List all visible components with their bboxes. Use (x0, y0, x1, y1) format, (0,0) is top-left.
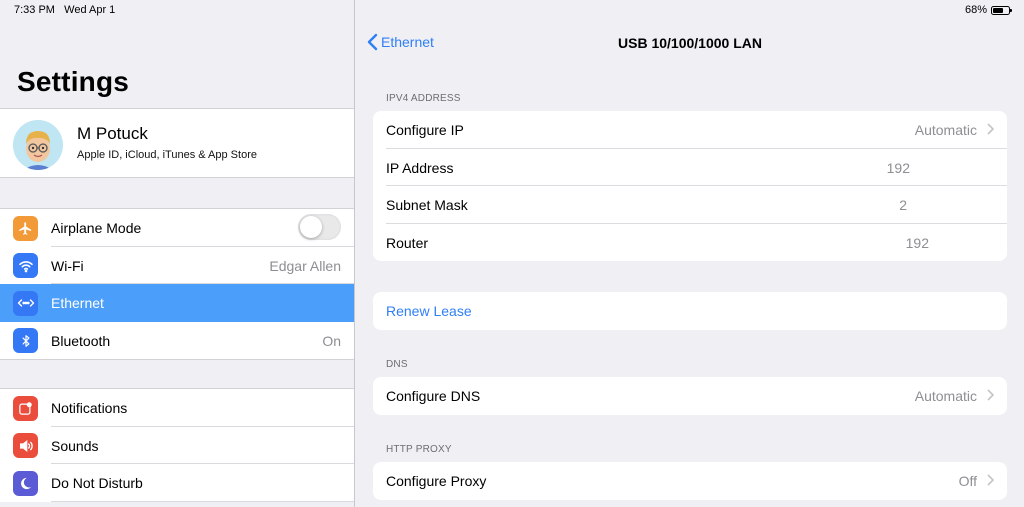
router-row: Router 192 (373, 224, 1007, 262)
sidebar-item-notifications[interactable]: Notifications (0, 389, 354, 427)
sidebar-item-sounds[interactable]: Sounds (0, 427, 354, 464)
profile-name: M Potuck (77, 124, 148, 143)
airplane-mode-toggle[interactable] (298, 214, 341, 240)
chevron-right-icon (987, 474, 994, 486)
sounds-icon (13, 433, 38, 458)
sidebar-item-do-not-disturb[interactable]: Do Not Disturb (0, 464, 354, 502)
sidebar-item-bluetooth[interactable]: Bluetooth On (0, 322, 354, 360)
configure-proxy-row[interactable]: Configure Proxy Off (373, 462, 1007, 500)
battery-icon (991, 5, 1012, 15)
section-header-dns: DNS (386, 359, 408, 370)
wifi-network-value: Edgar Allen (269, 257, 341, 274)
configure-ip-row[interactable]: Configure IP Automatic (373, 111, 1007, 149)
airplane-icon (13, 215, 38, 241)
ethernet-icon (13, 290, 38, 316)
apple-id-profile[interactable]: M Potuck Apple ID, iCloud, iTunes & App … (0, 108, 354, 178)
bluetooth-status-value: On (322, 332, 341, 349)
sidebar-item-label: Ethernet (51, 295, 104, 311)
status-time: 7:33 PM Wed Apr 1 (14, 4, 116, 16)
row-label: Configure Proxy (386, 473, 487, 489)
profile-subtitle: Apple ID, iCloud, iTunes & App Store (77, 149, 257, 161)
bluetooth-icon (13, 328, 38, 353)
sidebar-item-label: Airplane Mode (51, 220, 142, 236)
configure-dns-row[interactable]: Configure DNS Automatic (373, 377, 1007, 415)
sidebar-item-wifi[interactable]: Wi-Fi Edgar Allen (0, 247, 354, 284)
moon-icon (13, 470, 38, 496)
row-label: Configure IP (386, 122, 464, 138)
notifications-group: Notifications Sounds Do Not Disturb (0, 388, 354, 502)
page-title: Settings (17, 66, 130, 97)
configure-dns-value: Automatic (914, 388, 977, 404)
battery-percent: 68% (964, 4, 987, 16)
configure-proxy-value: Off (958, 473, 977, 489)
renew-lease-label: Renew Lease (386, 303, 472, 319)
chevron-right-icon (987, 123, 994, 135)
sidebar-item-label: Wi-Fi (51, 257, 84, 274)
battery-indicator: 68% (964, 4, 1012, 16)
proxy-card: Configure Proxy Off (373, 462, 1007, 500)
wifi-icon (13, 253, 38, 278)
renew-lease-button[interactable]: Renew Lease (373, 292, 1007, 330)
sidebar-item-label: Notifications (51, 400, 128, 416)
detail-title: USB 10/100/1000 LAN (618, 35, 762, 51)
sidebar-item-ethernet[interactable]: Ethernet (0, 284, 354, 322)
notifications-icon (13, 395, 38, 421)
subnet-mask-row: Subnet Mask 2 (373, 186, 1007, 224)
sidebar-item-airplane-mode[interactable]: Airplane Mode (0, 209, 354, 247)
row-label: Subnet Mask (386, 197, 468, 213)
subnet-mask-value: 2 (899, 197, 907, 213)
row-label: Configure DNS (386, 388, 481, 404)
dns-card: Configure DNS Automatic (373, 377, 1007, 415)
avatar (13, 120, 63, 170)
sidebar-item-label: Sounds (51, 437, 99, 454)
ip-address-value: 192 (886, 159, 910, 176)
section-header-http-proxy: HTTP PROXY (386, 444, 452, 455)
row-label: Router (386, 234, 429, 251)
sidebar-item-label: Bluetooth (51, 332, 111, 349)
router-value: 192 (905, 234, 929, 251)
ethernet-detail-pane: Ethernet USB 10/100/1000 LAN IPV4 ADDRES… (356, 0, 1024, 507)
connectivity-group: Airplane Mode Wi-Fi Edgar Allen Ethernet… (0, 208, 354, 360)
chevron-right-icon (987, 389, 994, 401)
sidebar-item-label: Do Not Disturb (51, 475, 143, 491)
status-bar: 7:33 PM Wed Apr 1 68% (0, 0, 1024, 20)
settings-sidebar: Settings M Potuck Apple ID, iCloud, iTun… (0, 0, 355, 507)
configure-ip-value: Automatic (914, 122, 977, 138)
ip-address-row: IP Address 192 (373, 149, 1007, 186)
renew-lease-card: Renew Lease (373, 292, 1007, 330)
section-header-ipv4: IPV4 ADDRESS (386, 93, 461, 104)
ipv4-card: Configure IP Automatic IP Address 192 Su… (373, 111, 1007, 261)
row-label: IP Address (386, 159, 454, 176)
